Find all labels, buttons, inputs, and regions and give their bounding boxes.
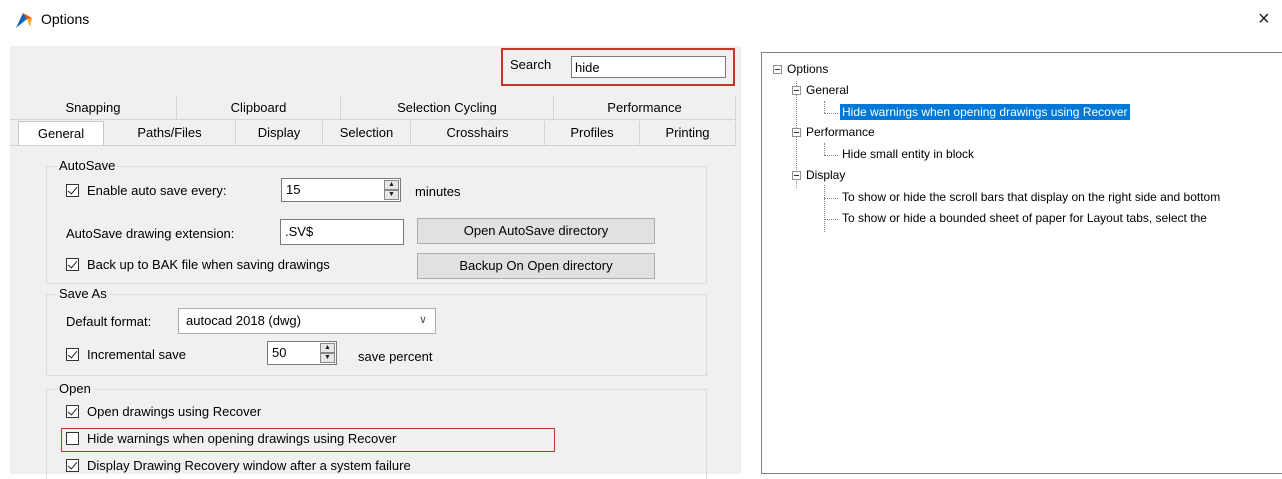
autosave-extension-label: AutoSave drawing extension:	[66, 226, 235, 241]
tab-paths-files[interactable]: Paths/Files	[104, 121, 236, 145]
tab-snapping[interactable]: Snapping	[10, 96, 177, 120]
incremental-save-checkbox[interactable]	[66, 348, 79, 361]
collapse-icon[interactable]	[792, 86, 801, 95]
tree-guide-line	[824, 101, 825, 113]
tree-node-options[interactable]: Options	[787, 61, 828, 77]
default-format-label: Default format:	[66, 314, 152, 329]
enable-autosave-checkbox[interactable]	[66, 184, 79, 197]
tab-crosshairs[interactable]: Crosshairs	[411, 121, 545, 145]
search-label: Search	[510, 57, 552, 72]
tree-node-paper-sheet[interactable]: To show or hide a bounded sheet of paper…	[842, 210, 1207, 226]
tab-profiles[interactable]: Profiles	[545, 121, 640, 145]
open-recover-checkbox[interactable]	[66, 405, 79, 418]
tree-connector	[824, 113, 838, 114]
tree-node-hide-warnings[interactable]: Hide warnings when opening drawings usin…	[840, 104, 1130, 120]
autosave-extension-field[interactable]: .SV$	[280, 219, 404, 245]
display-recovery-label: Display Drawing Recovery window after a …	[87, 458, 411, 473]
tab-display[interactable]: Display	[236, 121, 323, 145]
tree-node-performance[interactable]: Performance	[806, 124, 875, 140]
tree-guide-line	[824, 185, 825, 232]
display-recovery-checkbox[interactable]	[66, 459, 79, 472]
spin-up-icon[interactable]: ▲	[384, 180, 399, 190]
app-logo-icon	[16, 13, 32, 28]
open-recover-label: Open drawings using Recover	[87, 404, 262, 419]
search-results-tree[interactable]: Options General Hide warnings when openi…	[761, 52, 1282, 474]
autosave-interval-field[interactable]: 15	[281, 178, 401, 202]
tree-node-scroll-bars[interactable]: To show or hide the scroll bars that dis…	[842, 189, 1220, 205]
tree-guide-line	[824, 143, 825, 155]
saveas-group-title: Save As	[57, 286, 109, 301]
save-percent-spinner[interactable]: ▲ ▼	[320, 343, 335, 363]
default-format-value: autocad 2018 (dwg)	[186, 313, 301, 328]
tab-selection-cycling[interactable]: Selection Cycling	[341, 96, 554, 120]
search-input[interactable]	[571, 56, 726, 78]
tab-performance[interactable]: Performance	[554, 96, 736, 120]
open-autosave-directory-button[interactable]: Open AutoSave directory	[417, 218, 655, 244]
tree-node-hide-small-entity[interactable]: Hide small entity in block	[842, 146, 974, 162]
tree-connector	[824, 198, 838, 199]
tab-general[interactable]: General	[18, 121, 104, 146]
bak-checkbox[interactable]	[66, 258, 79, 271]
default-format-select[interactable]: autocad 2018 (dwg) ∨	[178, 308, 436, 334]
tree-connector	[824, 219, 838, 220]
autosave-interval-spinner[interactable]: ▲ ▼	[384, 180, 399, 200]
tree-node-general[interactable]: General	[806, 82, 849, 98]
window-title: Options	[41, 11, 90, 27]
tab-printing[interactable]: Printing	[640, 121, 736, 145]
hide-warnings-checkbox[interactable]	[66, 432, 79, 445]
tree-node-display[interactable]: Display	[806, 167, 845, 183]
open-group-title: Open	[57, 381, 93, 396]
close-icon[interactable]: ×	[1258, 8, 1270, 31]
autosave-group-title: AutoSave	[57, 158, 118, 173]
tree-connector	[824, 155, 838, 156]
title-bar	[0, 0, 1282, 40]
backup-on-open-directory-button[interactable]: Backup On Open directory	[417, 253, 655, 279]
collapse-icon[interactable]	[792, 128, 801, 137]
incremental-save-label: Incremental save	[87, 347, 186, 362]
collapse-icon[interactable]	[773, 65, 782, 74]
spin-up-icon[interactable]: ▲	[320, 343, 335, 353]
spin-down-icon[interactable]: ▼	[320, 353, 335, 363]
enable-autosave-label: Enable auto save every:	[87, 183, 227, 198]
hide-warnings-label: Hide warnings when opening drawings usin…	[87, 431, 397, 446]
autosave-interval-unit: minutes	[415, 184, 461, 199]
tab-selection[interactable]: Selection	[323, 121, 411, 145]
collapse-icon[interactable]	[792, 171, 801, 180]
spin-down-icon[interactable]: ▼	[384, 190, 399, 200]
tab-clipboard[interactable]: Clipboard	[177, 96, 341, 120]
bak-label: Back up to BAK file when saving drawings	[87, 257, 330, 272]
chevron-down-icon: ∨	[418, 314, 427, 326]
save-percent-unit: save percent	[358, 349, 433, 364]
